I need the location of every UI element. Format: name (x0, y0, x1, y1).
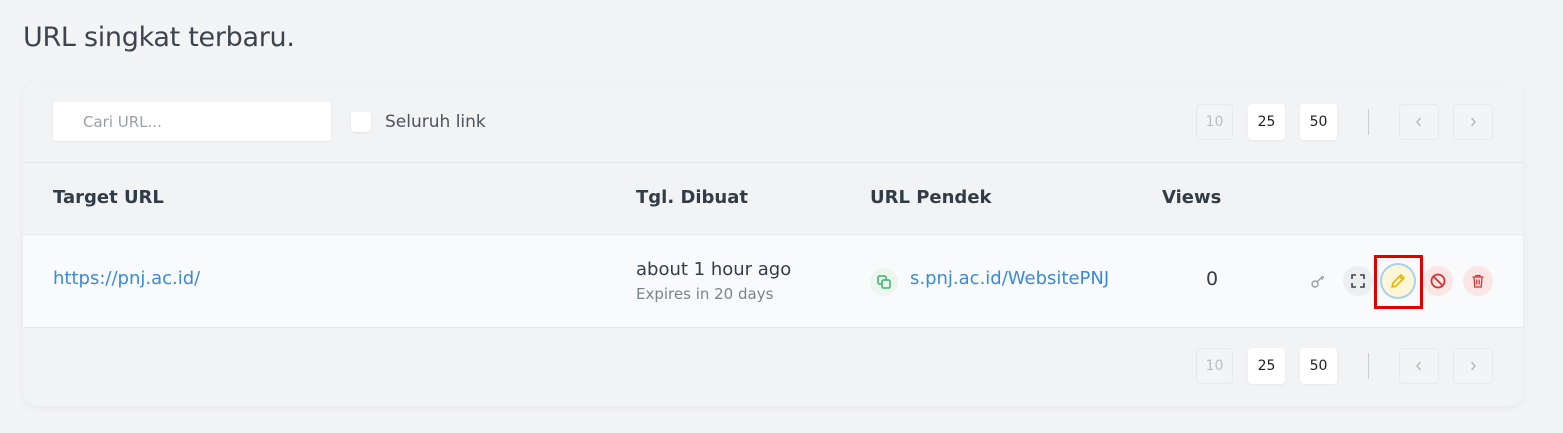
all-links-label: Seluruh link (385, 112, 486, 132)
expires-text: Expires in 20 days (636, 285, 774, 303)
table-row: https://pnj.ac.id/ about 1 hour ago Expi… (23, 234, 1523, 328)
short-url-link[interactable]: s.pnj.ac.id/WebsitePNJ (910, 268, 1112, 289)
header-target-url[interactable]: Target URL (53, 187, 164, 208)
pagination-divider-bottom (1368, 353, 1369, 379)
qr-code-button[interactable] (1343, 266, 1373, 296)
page-size-10-button-bottom[interactable]: 10 (1196, 348, 1233, 384)
key-icon (1311, 275, 1325, 288)
target-url-link[interactable]: https://pnj.ac.id/ (53, 268, 200, 289)
prev-page-button-bottom[interactable] (1399, 348, 1439, 384)
url-list-card: Seluruh link 10 25 50 Target URL Tgl. Di… (23, 82, 1523, 406)
pencil-icon (1391, 274, 1405, 288)
chevron-right-icon (1470, 117, 1476, 127)
created-time: about 1 hour ago (636, 259, 792, 280)
created-cell: about 1 hour ago Expires in 20 days (636, 259, 791, 303)
chevron-left-icon (1416, 361, 1422, 371)
next-page-button-bottom[interactable] (1453, 348, 1493, 384)
page-size-50-button-bottom[interactable]: 50 (1300, 348, 1337, 384)
pagination-bottom: 10 25 50 (1196, 348, 1493, 384)
page-size-25-button-bottom[interactable]: 25 (1248, 348, 1285, 384)
chevron-right-icon (1470, 361, 1476, 371)
next-page-button[interactable] (1453, 104, 1493, 140)
pagination-top: 10 25 50 (1196, 104, 1493, 140)
password-button[interactable] (1303, 266, 1333, 296)
pagination-divider (1368, 109, 1369, 135)
copy-short-url-button[interactable] (870, 268, 898, 296)
table-header: Target URL Tgl. Dibuat URL Pendek Views (23, 163, 1523, 234)
prev-page-button[interactable] (1399, 104, 1439, 140)
chevron-left-icon (1416, 117, 1422, 127)
delete-button[interactable] (1463, 266, 1493, 296)
page-size-10-button[interactable]: 10 (1196, 104, 1233, 140)
disable-button[interactable] (1423, 266, 1453, 296)
page-size-25-button[interactable]: 25 (1248, 104, 1285, 140)
page-size-50-button[interactable]: 50 (1300, 104, 1337, 140)
qr-code-icon (1351, 274, 1365, 288)
edit-button[interactable] (1382, 265, 1414, 297)
header-views[interactable]: Views (1162, 187, 1221, 208)
search-input[interactable] (53, 102, 331, 141)
header-created[interactable]: Tgl. Dibuat (636, 187, 748, 208)
views-count: 0 (1206, 268, 1219, 290)
page-title: URL singkat terbaru. (23, 22, 295, 53)
trash-icon (1472, 274, 1484, 288)
ban-icon (1430, 273, 1446, 289)
copy-icon (877, 275, 891, 289)
all-links-toggle[interactable]: Seluruh link (351, 112, 486, 132)
all-links-checkbox[interactable] (351, 112, 371, 132)
toolbar-top: Seluruh link 10 25 50 (23, 82, 1523, 163)
header-short-url[interactable]: URL Pendek (870, 187, 992, 208)
